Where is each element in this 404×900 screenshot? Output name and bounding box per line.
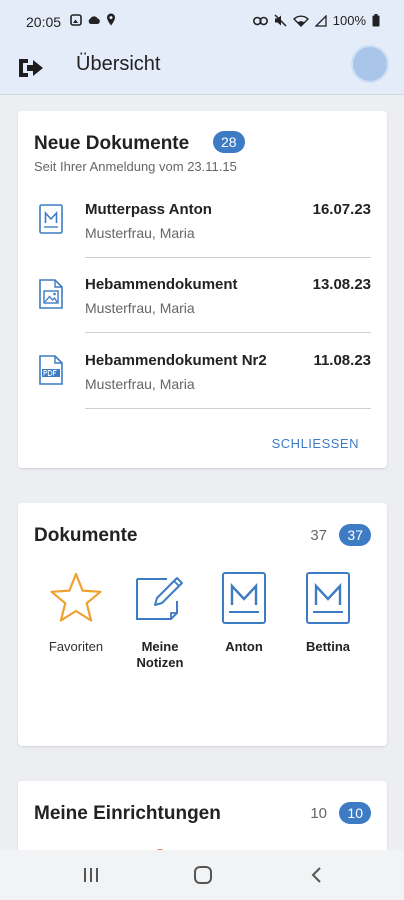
document-date: 13.08.23 xyxy=(312,276,371,293)
status-bar: 20:05 100% xyxy=(0,0,404,44)
mute-icon xyxy=(274,14,287,27)
tile-label: Bettina xyxy=(305,639,351,654)
app-bar: Übersicht xyxy=(0,44,404,95)
home-icon[interactable] xyxy=(191,864,215,886)
mutterpass-doc-icon xyxy=(39,204,63,234)
document-row[interactable]: Mutterpass Anton Musterfrau, Maria 16.07… xyxy=(18,187,387,261)
document-date: 16.07.23 xyxy=(312,201,371,218)
close-button[interactable]: SCHLIESSEN xyxy=(272,436,359,451)
gallery-notification-icon xyxy=(70,13,82,26)
document-name: Hebammendokument xyxy=(85,276,238,293)
documents-title: Dokumente xyxy=(34,525,138,546)
new-documents-title: Neue Dokumente xyxy=(34,133,190,154)
signal-icon xyxy=(314,14,327,27)
mutterpass-icon xyxy=(306,572,350,624)
document-row[interactable]: Hebammendokument Nr2 Musterfrau, Maria 1… xyxy=(18,338,387,412)
pdf-doc-icon xyxy=(39,355,63,385)
cloud-icon xyxy=(88,15,100,24)
document-date: 11.08.23 xyxy=(313,352,371,369)
back-icon[interactable] xyxy=(305,864,329,886)
document-name: Hebammendokument Nr2 xyxy=(85,352,267,369)
document-name: Mutterpass Anton xyxy=(85,201,212,218)
facilities-count-badge: 10 xyxy=(339,802,371,824)
location-pin-icon xyxy=(107,13,115,26)
recent-apps-icon[interactable] xyxy=(79,864,103,886)
logout-icon[interactable] xyxy=(16,53,46,83)
battery-icon xyxy=(372,14,380,27)
avatar[interactable] xyxy=(351,45,389,83)
divider xyxy=(85,332,371,333)
tile-favorites[interactable]: Favoriten xyxy=(36,571,116,655)
page-title: Übersicht xyxy=(76,53,161,75)
new-documents-subtitle: Seit Ihrer Anmeldung vom 23.11.15 xyxy=(34,159,237,174)
star-icon xyxy=(50,572,102,622)
wifi-icon xyxy=(292,14,309,27)
status-left-icons xyxy=(70,13,116,26)
facilities-title: Meine Einrichtungen xyxy=(34,803,221,824)
divider xyxy=(85,408,371,409)
system-navigation-bar xyxy=(0,850,404,900)
tile-anton[interactable]: Anton xyxy=(204,571,284,655)
tile-notes[interactable]: Meine Notizen xyxy=(120,571,200,671)
tile-bettina[interactable]: Bettina xyxy=(288,571,368,655)
document-owner: Musterfrau, Maria xyxy=(85,376,195,392)
new-documents-count-badge: 28 xyxy=(213,131,245,153)
new-documents-card: Neue Dokumente 28 Seit Ihrer Anmeldung v… xyxy=(18,111,387,468)
document-row[interactable]: Hebammendokument Musterfrau, Maria 13.08… xyxy=(18,262,387,336)
documents-count-badge: 37 xyxy=(339,524,371,546)
facilities-count: 10 xyxy=(310,805,327,822)
mutterpass-icon xyxy=(222,572,266,624)
note-edit-icon xyxy=(136,577,183,620)
tile-label: Favoriten xyxy=(48,639,104,654)
divider xyxy=(85,257,371,258)
tile-label: Meine Notizen xyxy=(136,639,184,670)
documents-count: 37 xyxy=(310,527,327,544)
facilities-card: Meine Einrichtungen 10 10 xyxy=(18,781,387,861)
status-right-icons: 100% xyxy=(252,13,380,28)
documents-card: Dokumente 37 37 Favoriten Meine Notizen … xyxy=(18,503,387,746)
document-owner: Musterfrau, Maria xyxy=(85,300,195,316)
image-doc-icon xyxy=(39,279,63,309)
status-time: 20:05 xyxy=(26,14,62,30)
document-owner: Musterfrau, Maria xyxy=(85,225,195,241)
tile-label: Anton xyxy=(225,639,263,654)
link-icon xyxy=(252,16,268,25)
battery-percentage: 100% xyxy=(332,13,366,28)
